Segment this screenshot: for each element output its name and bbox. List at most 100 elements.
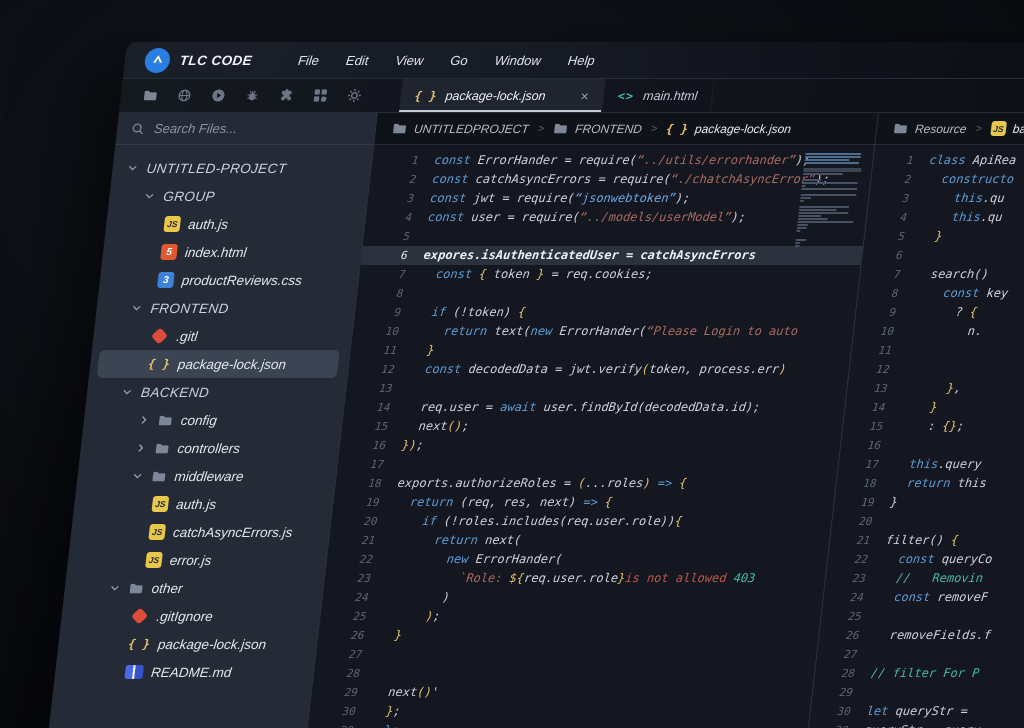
line-source bbox=[383, 455, 401, 474]
search-files-input[interactable]: Search Files... bbox=[115, 113, 377, 145]
tree-item-readme.md[interactable]: README.md bbox=[54, 658, 305, 686]
code-line: 21filter() { bbox=[829, 531, 1024, 550]
line-number: 3 bbox=[868, 189, 910, 208]
line-source bbox=[856, 645, 874, 664]
line-source: }, bbox=[886, 379, 962, 398]
line-source: ? { bbox=[895, 303, 978, 322]
tree-item-controllers[interactable]: controllers bbox=[79, 434, 330, 462]
menu-window[interactable]: Window bbox=[494, 53, 542, 68]
globe-icon[interactable] bbox=[176, 88, 193, 103]
line-number: 19 bbox=[332, 493, 380, 512]
line-source: return text(new ErrorHander(“Please Logi… bbox=[398, 322, 799, 341]
breadcrumb-item-untitledproject[interactable]: UNTITLEDPROJECT bbox=[391, 121, 529, 136]
folder-icon bbox=[151, 469, 168, 484]
tab-main.html[interactable]: <>main.html bbox=[602, 79, 714, 112]
line-source: next()' bbox=[357, 683, 440, 702]
folder-icon[interactable] bbox=[142, 88, 159, 103]
breadcrumb-item-package-lock.json[interactable]: { }package-lock.json bbox=[666, 122, 792, 136]
tree-item-index.html[interactable]: 5index.html bbox=[101, 238, 352, 266]
line-number: 4 bbox=[365, 208, 413, 227]
code-area[interactable]: 1const ErrorHander = require(“../utils/e… bbox=[306, 145, 874, 728]
settings-icon[interactable] bbox=[346, 88, 363, 103]
tree-item-package-lock.json[interactable]: { }package-lock.json bbox=[57, 630, 308, 658]
chevron-right-icon bbox=[137, 414, 150, 426]
line-source: ); bbox=[365, 607, 441, 626]
html-icon: 5 bbox=[160, 244, 178, 260]
tree-item-package-lock.json[interactable]: { }package-lock.json bbox=[97, 350, 340, 378]
tree-item-catchasyncerrors.js[interactable]: JScatchAsyncErrors.js bbox=[70, 518, 321, 546]
menu-edit[interactable]: Edit bbox=[345, 53, 369, 68]
extensions-icon[interactable] bbox=[278, 88, 295, 103]
minimap-line bbox=[800, 194, 856, 196]
line-source: class ApiRea bbox=[912, 151, 1017, 170]
code-line: 19 return (req, res, next) => { bbox=[332, 493, 834, 512]
tree-item-backend[interactable]: BACKEND bbox=[86, 378, 337, 406]
menu-go[interactable]: Go bbox=[450, 53, 469, 68]
line-number: 10 bbox=[352, 322, 400, 341]
play-icon[interactable] bbox=[210, 88, 227, 103]
line-source: } bbox=[396, 341, 436, 360]
tree-item-auth.js[interactable]: JSauth.js bbox=[73, 490, 324, 518]
tree-item-label: middleware bbox=[174, 469, 245, 484]
line-source: search() bbox=[899, 265, 989, 284]
breadcrumb-item-frontend[interactable]: FRONTEND bbox=[552, 121, 642, 136]
code-line: 9 ? { bbox=[855, 303, 1024, 322]
tree-item-config[interactable]: config bbox=[82, 406, 333, 434]
line-source: } bbox=[873, 493, 898, 512]
tree-item-untitled-project[interactable]: UNTITLED-PROJECT bbox=[111, 154, 362, 182]
code-line: 27 bbox=[816, 645, 1024, 664]
app-title: TLC CODE bbox=[179, 53, 253, 68]
resource-crumb-ba[interactable]: JSba bbox=[990, 121, 1024, 136]
close-tab-icon[interactable]: × bbox=[580, 89, 590, 103]
menu-file[interactable]: File bbox=[297, 53, 320, 68]
code-line: 22 const queryCo bbox=[827, 550, 1024, 569]
minimap[interactable] bbox=[795, 153, 864, 248]
line-number: 7 bbox=[859, 265, 901, 284]
minimap-line bbox=[803, 173, 843, 175]
tree-item-group[interactable]: GROUP bbox=[108, 182, 359, 210]
code-line: 7 const { token } = req.cookies; bbox=[358, 265, 860, 284]
minimap-line bbox=[802, 182, 858, 184]
line-number: 29 bbox=[812, 683, 854, 702]
grid-icon[interactable] bbox=[312, 88, 329, 103]
line-source: return this bbox=[876, 474, 988, 493]
folder-icon bbox=[154, 441, 171, 456]
code-line: 2 constructo bbox=[870, 170, 1024, 189]
line-source: const queryCo bbox=[867, 550, 994, 569]
line-number: 28 bbox=[814, 664, 856, 683]
line-number: 23 bbox=[324, 569, 372, 588]
code-line: 19} bbox=[833, 493, 1024, 512]
tree-item-.gitignore[interactable]: .gitIgnore bbox=[60, 602, 311, 630]
line-source: : {}; bbox=[882, 417, 965, 436]
tree-item-frontend[interactable]: FRONTEND bbox=[95, 294, 346, 322]
line-number: 30 bbox=[807, 721, 849, 728]
bug-icon[interactable] bbox=[244, 88, 261, 103]
js-icon: JS bbox=[163, 216, 181, 232]
minimap-line bbox=[795, 245, 800, 247]
tree-item-label: package-lock.json bbox=[177, 357, 287, 372]
tree-item-auth.js[interactable]: JSauth.js bbox=[105, 210, 356, 238]
tree-item-productreviews.css[interactable]: 3productReviews.css bbox=[98, 266, 349, 294]
tree-item-middleware[interactable]: middleware bbox=[76, 462, 327, 490]
line-number: 25 bbox=[319, 607, 367, 626]
line-source: } bbox=[904, 227, 944, 246]
tree-item-.gitl[interactable]: .gitl bbox=[92, 322, 343, 350]
tab-package-lock.json[interactable]: { }package-lock.json× bbox=[399, 79, 606, 112]
chevron-down-icon bbox=[120, 386, 133, 398]
tree-item-error.js[interactable]: JSerror.js bbox=[66, 546, 317, 574]
code-line: 18 return this bbox=[836, 474, 1024, 493]
line-number: 25 bbox=[820, 607, 862, 626]
line-number: 27 bbox=[315, 645, 363, 664]
tab-label: main.html bbox=[642, 89, 698, 103]
minimap-line bbox=[800, 200, 804, 202]
menu-view[interactable]: View bbox=[395, 53, 425, 68]
menu-help[interactable]: Help bbox=[567, 53, 595, 68]
braces-icon: { } bbox=[666, 122, 689, 136]
tree-item-label: README.md bbox=[150, 665, 232, 680]
tree-item-other[interactable]: other bbox=[63, 574, 314, 602]
code-line: 26 removeFields.f bbox=[818, 626, 1024, 645]
breadcrumb: UNTITLEDPROJECT>FRONTEND>{ }package-lock… bbox=[374, 113, 878, 145]
line-number: 30 bbox=[306, 721, 354, 728]
resource-crumb-resource[interactable]: Resource bbox=[892, 121, 967, 136]
chevron-down-icon bbox=[126, 162, 139, 174]
